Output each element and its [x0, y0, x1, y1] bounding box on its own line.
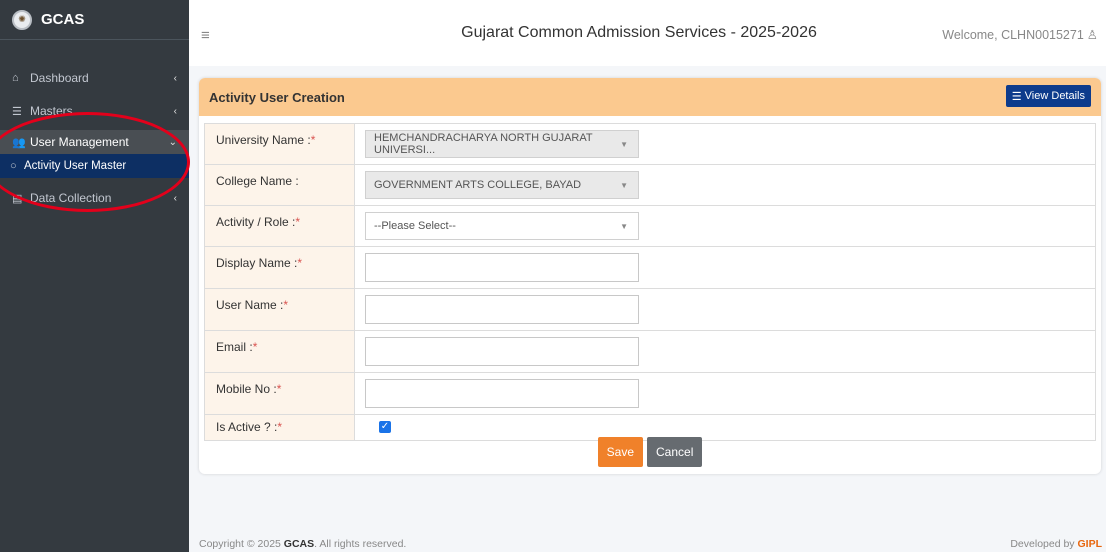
- save-button[interactable]: Save: [597, 437, 643, 467]
- field-label: Mobile No :*: [204, 372, 355, 415]
- topbar: ≡ Gujarat Common Admission Services - 20…: [189, 0, 1106, 66]
- list-icon: ☰: [1011, 90, 1022, 103]
- display-name-input[interactable]: [365, 253, 639, 282]
- circle-icon: ○: [10, 160, 17, 172]
- sidebar-item-dashboard[interactable]: ⌂ Dashboard ‹: [0, 68, 189, 88]
- user-name-input[interactable]: [365, 295, 639, 324]
- form-row-mobile: Mobile No :*: [204, 372, 1096, 415]
- users-icon: 👥: [12, 136, 26, 149]
- form-row-university: University Name :* HEMCHANDRACHARYA NORT…: [204, 123, 1096, 165]
- email-input[interactable]: [365, 337, 639, 366]
- sidebar-item-masters[interactable]: ☰ Masters ‹: [0, 101, 189, 121]
- field-label: University Name :*: [204, 123, 355, 165]
- sidebar-item-activity-user-master[interactable]: ○ Activity User Master: [0, 154, 189, 178]
- chevron-down-icon: ⌄: [168, 136, 177, 148]
- list-icon: ☰: [12, 105, 22, 118]
- chevron-left-icon: ‹: [173, 72, 177, 84]
- brand[interactable]: ✺ GCAS: [0, 0, 189, 40]
- sidebar-nav: ⌂ Dashboard ‹ ☰ Masters ‹ 👥 User Managem…: [0, 68, 189, 208]
- view-details-label: View Details: [1024, 90, 1085, 102]
- view-details-button[interactable]: ☰ View Details: [1005, 85, 1091, 107]
- sidebar-item-label: Activity User Master: [24, 160, 127, 172]
- welcome-user[interactable]: Welcome, CLHN0015271 ♙: [942, 27, 1098, 42]
- home-icon: ⌂: [12, 72, 19, 84]
- chevron-left-icon: ‹: [173, 105, 177, 117]
- caret-down-icon: ▼: [620, 180, 628, 190]
- sidebar-item-label: User Management: [30, 135, 129, 149]
- card-header: Activity User Creation ☰ View Details: [199, 78, 1101, 116]
- field-label: College Name :: [204, 164, 355, 206]
- caret-down-icon: ▼: [620, 221, 628, 231]
- welcome-text: Welcome, CLHN0015271: [942, 28, 1084, 42]
- field-label: Email :*: [204, 330, 355, 373]
- caret-down-icon: ▼: [620, 139, 628, 149]
- university-select[interactable]: HEMCHANDRACHARYA NORTH GUJARAT UNIVERSI.…: [365, 130, 639, 158]
- form-row-display-name: Display Name :*: [204, 246, 1096, 289]
- sidebar-item-label: Data Collection: [30, 191, 112, 205]
- card-title: Activity User Creation: [209, 89, 345, 105]
- sidebar-item-user-management[interactable]: 👥 User Management ⌄: [0, 130, 189, 154]
- activity-role-select[interactable]: --Please Select-- ▼: [365, 212, 639, 240]
- sidebar: ✺ GCAS ⌂ Dashboard ‹ ☰ Masters ‹ 👥 User …: [0, 0, 190, 552]
- sidebar-item-label: Dashboard: [30, 71, 89, 85]
- cancel-button[interactable]: Cancel: [647, 437, 703, 467]
- user-icon: ♙: [1086, 28, 1098, 42]
- mobile-input[interactable]: [365, 379, 639, 408]
- activity-user-card: Activity User Creation ☰ View Details Un…: [199, 78, 1101, 474]
- college-select[interactable]: GOVERNMENT ARTS COLLEGE, BAYAD ▼: [365, 171, 639, 199]
- chevron-left-icon: ‹: [173, 192, 177, 204]
- university-seal-icon: ✺: [12, 9, 32, 30]
- brand-name: GCAS: [41, 11, 85, 28]
- database-icon: ▤: [12, 192, 23, 205]
- developed-by[interactable]: Developed by GIPL: [1010, 538, 1102, 550]
- form-row-user-name: User Name :*: [204, 288, 1096, 331]
- user-form: University Name :* HEMCHANDRACHARYA NORT…: [204, 123, 1096, 441]
- sidebar-item-data-collection[interactable]: ▤ Data Collection ‹: [0, 188, 189, 208]
- is-active-checkbox[interactable]: ✓: [379, 421, 391, 433]
- form-actions: Save Cancel: [199, 437, 1101, 467]
- form-row-college: College Name : GOVERNMENT ARTS COLLEGE, …: [204, 164, 1096, 206]
- form-row-activity: Activity / Role :* --Please Select-- ▼: [204, 205, 1096, 247]
- copyright-text: Copyright © 2025 GCAS. All rights reserv…: [199, 538, 407, 550]
- field-label: Activity / Role :*: [204, 205, 355, 247]
- footer: Copyright © 2025 GCAS. All rights reserv…: [189, 536, 1106, 552]
- field-label: User Name :*: [204, 288, 355, 331]
- sidebar-item-label: Masters: [30, 104, 73, 118]
- field-label: Display Name :*: [204, 246, 355, 289]
- form-row-email: Email :*: [204, 330, 1096, 373]
